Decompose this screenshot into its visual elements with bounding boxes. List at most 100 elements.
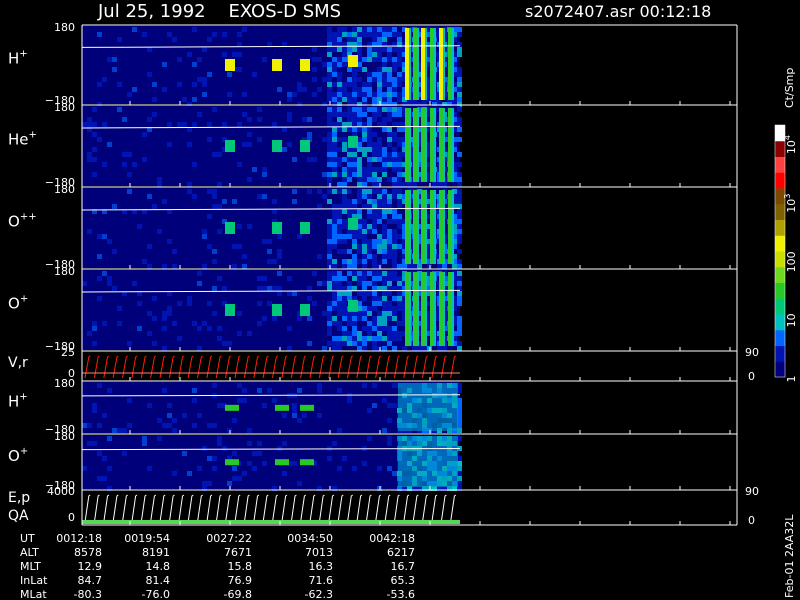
- burst-band: [405, 28, 409, 100]
- spectrogram-cell: [97, 476, 102, 481]
- spectrogram-cell: [367, 157, 372, 162]
- ion-blob: [348, 217, 358, 230]
- spectrogram-cell: [337, 224, 342, 229]
- spectrogram-cell: [147, 244, 152, 249]
- spectrogram-cell: [362, 67, 367, 72]
- spectrogram-cell: [397, 234, 402, 239]
- spectrogram-cell: [432, 182, 437, 187]
- spectrogram-cell: [352, 152, 357, 157]
- colorbar-tick-label: 100: [785, 251, 798, 272]
- spectrogram-cell: [362, 271, 367, 276]
- spectrogram-cell: [262, 461, 267, 466]
- spectrogram-cell: [362, 336, 367, 341]
- panel-3: O++180−180: [8, 183, 738, 271]
- spectrogram-cell: [372, 301, 377, 306]
- spectrogram-cell: [217, 152, 222, 157]
- table-cell: 0012:18: [56, 532, 102, 545]
- panel-ylabel-sup: +: [20, 293, 28, 304]
- spectrogram-cell: [337, 326, 342, 331]
- spectrogram-cell: [337, 172, 342, 177]
- spectrogram-cell: [352, 82, 357, 87]
- spectrogram-cell: [367, 331, 372, 336]
- colorbar-swatch: [775, 298, 785, 315]
- spectrogram-cell: [342, 209, 347, 214]
- spectrogram-cell: [332, 152, 337, 157]
- spectrogram-cell: [457, 331, 462, 336]
- spectrogram-cell: [397, 52, 402, 57]
- spectrogram-cell: [227, 481, 232, 486]
- spectrogram-cell: [337, 92, 342, 97]
- spectrogram-cell: [177, 82, 182, 87]
- spectrogram-cell: [397, 77, 402, 82]
- colorbar-swatch: [775, 219, 785, 236]
- spectrogram-cell: [372, 276, 377, 281]
- spectrogram-cell: [352, 157, 357, 162]
- spectrogram-cell: [272, 122, 277, 127]
- spectrogram-cell: [352, 336, 357, 341]
- spectrogram-cell: [327, 316, 332, 321]
- spectrogram-cell: [337, 276, 342, 281]
- spectrogram-cell: [352, 92, 357, 97]
- ion-blob: [275, 404, 289, 411]
- spectrogram-cell: [287, 117, 292, 122]
- ion-blob: [272, 140, 282, 152]
- spectrogram-cell: [382, 189, 387, 194]
- spectrogram-cell: [352, 127, 357, 132]
- spectrogram-cell: [382, 291, 387, 296]
- spectrogram-cell: [337, 97, 342, 102]
- spectrogram-cell: [252, 466, 257, 471]
- spectrogram-cell: [167, 403, 172, 408]
- spectrogram-cell: [347, 172, 352, 177]
- spectrogram-cell: [202, 47, 207, 52]
- burst-band-edge: [443, 28, 445, 100]
- spectrogram-cell: [177, 336, 182, 341]
- ion-blob: [300, 222, 310, 234]
- spectrogram-cell: [337, 204, 342, 209]
- burst-band: [439, 190, 443, 264]
- spectrogram-cell: [242, 92, 247, 97]
- spectrogram-cell: [347, 316, 352, 321]
- spectrogram-cell: [327, 117, 332, 122]
- spectrogram-cell: [147, 117, 152, 122]
- panel-4: O+180−180: [8, 265, 738, 353]
- spectrogram-cell: [327, 234, 332, 239]
- spectrogram-cell: [337, 47, 342, 52]
- spectrogram-cell: [247, 331, 252, 336]
- spectrogram-cell: [327, 147, 332, 152]
- spectrogram-cell: [332, 47, 337, 52]
- spectrogram-cell: [242, 142, 247, 147]
- spectrogram-cell: [372, 346, 377, 351]
- table-cell: 14.8: [146, 560, 171, 573]
- spectrogram-cell: [382, 199, 387, 204]
- spectrogram-cell: [387, 306, 392, 311]
- spectrogram-cell: [342, 341, 347, 346]
- table-cell: 8191: [142, 546, 170, 559]
- spectrogram-cell: [92, 132, 97, 137]
- spectrogram-cell: [127, 189, 132, 194]
- spectrogram-cell: [352, 264, 357, 269]
- spectrogram-cell: [372, 244, 377, 249]
- colorbar-swatch: [775, 329, 785, 346]
- panel-ylabel-sup: +: [19, 391, 27, 402]
- spectrogram-cell: [362, 112, 367, 117]
- colorbar-swatch: [775, 282, 785, 299]
- spectrogram-cell: [97, 137, 102, 142]
- spectrogram-cell: [397, 162, 402, 167]
- spectrogram-cell: [367, 132, 372, 137]
- spectrogram-cell: [387, 403, 392, 408]
- spectrogram-cell: [232, 264, 237, 269]
- spectrogram-cell: [357, 199, 362, 204]
- spectrogram-cell: [152, 296, 157, 301]
- spectrogram-cell: [387, 162, 392, 167]
- spectrogram-cell: [332, 157, 337, 162]
- spectrogram-cell: [392, 47, 397, 52]
- spectrogram-cell: [352, 321, 357, 326]
- spectrogram-cell: [147, 403, 152, 408]
- spectrogram-cell: [227, 72, 232, 77]
- ion-blob: [275, 459, 289, 466]
- spectrogram-cell: [367, 229, 372, 234]
- spectrogram-cell: [397, 57, 402, 62]
- spectrogram-cell: [352, 107, 357, 112]
- spectrogram-cell: [212, 259, 217, 264]
- spectrogram-cell: [342, 194, 347, 199]
